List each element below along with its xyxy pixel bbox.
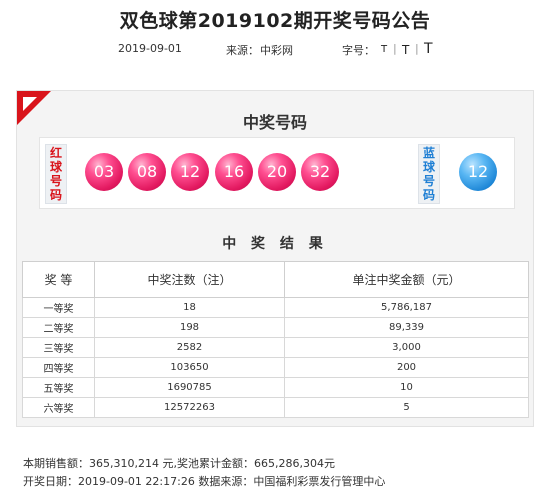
draw-info: 开奖日期：2019-09-01 22:17:26 数据来源：中国福利彩票发行管理… — [23, 475, 386, 488]
winner-count: 198 — [94, 317, 285, 338]
prize-amount: 5 — [284, 397, 529, 418]
draw-panel: 中奖号码 红球号码 03 08 12 16 20 32 蓝球号码 12 中 奖 … — [16, 90, 534, 427]
font-size-label: 字号： — [342, 44, 375, 57]
table-row: 五等奖 1690785 10 — [22, 377, 529, 398]
prize-amount: 3,000 — [284, 337, 529, 358]
blue-ball: 12 — [459, 153, 497, 191]
column-header-amount: 单注中奖金额（元） — [284, 261, 529, 298]
sales-summary: 本期销售额：365,310,214 元,奖池累计金额：665,286,304元 — [23, 457, 335, 470]
source-label: 来源： — [226, 44, 259, 57]
article-meta: 2019-09-01 来源： 中彩网 字号： T | T | T — [0, 41, 550, 58]
font-size-large-button[interactable]: T — [424, 41, 433, 57]
red-ball: 16 — [215, 153, 253, 191]
prize-level: 四等奖 — [22, 357, 95, 378]
prize-amount: 5,786,187 — [284, 297, 529, 318]
red-ball: 03 — [85, 153, 123, 191]
font-size-medium-button[interactable]: T — [402, 43, 409, 57]
source-value: 中彩网 — [260, 44, 293, 57]
table-row: 二等奖 198 89,339 — [22, 317, 529, 338]
prize-level: 六等奖 — [22, 397, 95, 418]
red-ball: 12 — [171, 153, 209, 191]
font-size-separator: | — [393, 42, 397, 55]
page-title: 双色球第2019102期开奖号码公告 — [119, 10, 431, 32]
prize-amount: 10 — [284, 377, 529, 398]
column-header-count: 中奖注数（注） — [94, 261, 285, 298]
prize-level: 三等奖 — [22, 337, 95, 358]
winner-count: 1690785 — [94, 377, 285, 398]
winning-numbers-box: 红球号码 03 08 12 16 20 32 蓝球号码 12 — [39, 137, 515, 209]
prize-amount: 200 — [284, 357, 529, 378]
winner-count: 103650 — [94, 357, 285, 378]
winner-count: 2582 — [94, 337, 285, 358]
table-row: 六等奖 12572263 5 — [22, 397, 529, 418]
winning-numbers-title: 中奖号码 — [242, 113, 307, 132]
table-row: 三等奖 2582 3,000 — [22, 337, 529, 358]
font-size-small-button[interactable]: T — [381, 44, 387, 55]
column-header-level: 奖 等 — [22, 261, 95, 298]
prize-amount: 89,339 — [284, 317, 529, 338]
prize-level: 一等奖 — [22, 297, 95, 318]
prize-table: 奖 等 中奖注数（注） 单注中奖金额（元） 一等奖 18 5,786,187 二… — [22, 261, 529, 418]
red-ball-label: 红球号码 — [45, 144, 67, 204]
publish-date: 2019-09-01 — [118, 42, 182, 55]
red-ball: 08 — [128, 153, 166, 191]
red-ball: 32 — [301, 153, 339, 191]
table-header-row: 奖 等 中奖注数（注） 单注中奖金额（元） — [22, 261, 529, 298]
prize-level: 二等奖 — [22, 317, 95, 338]
font-size-separator: | — [415, 42, 419, 55]
winner-count: 18 — [94, 297, 285, 318]
prize-results-title: 中 奖 结 果 — [222, 236, 328, 252]
prize-level: 五等奖 — [22, 377, 95, 398]
table-row: 一等奖 18 5,786,187 — [22, 297, 529, 318]
table-row: 四等奖 103650 200 — [22, 357, 529, 378]
blue-ball-label: 蓝球号码 — [418, 144, 440, 204]
red-ball: 20 — [258, 153, 296, 191]
winner-count: 12572263 — [94, 397, 285, 418]
